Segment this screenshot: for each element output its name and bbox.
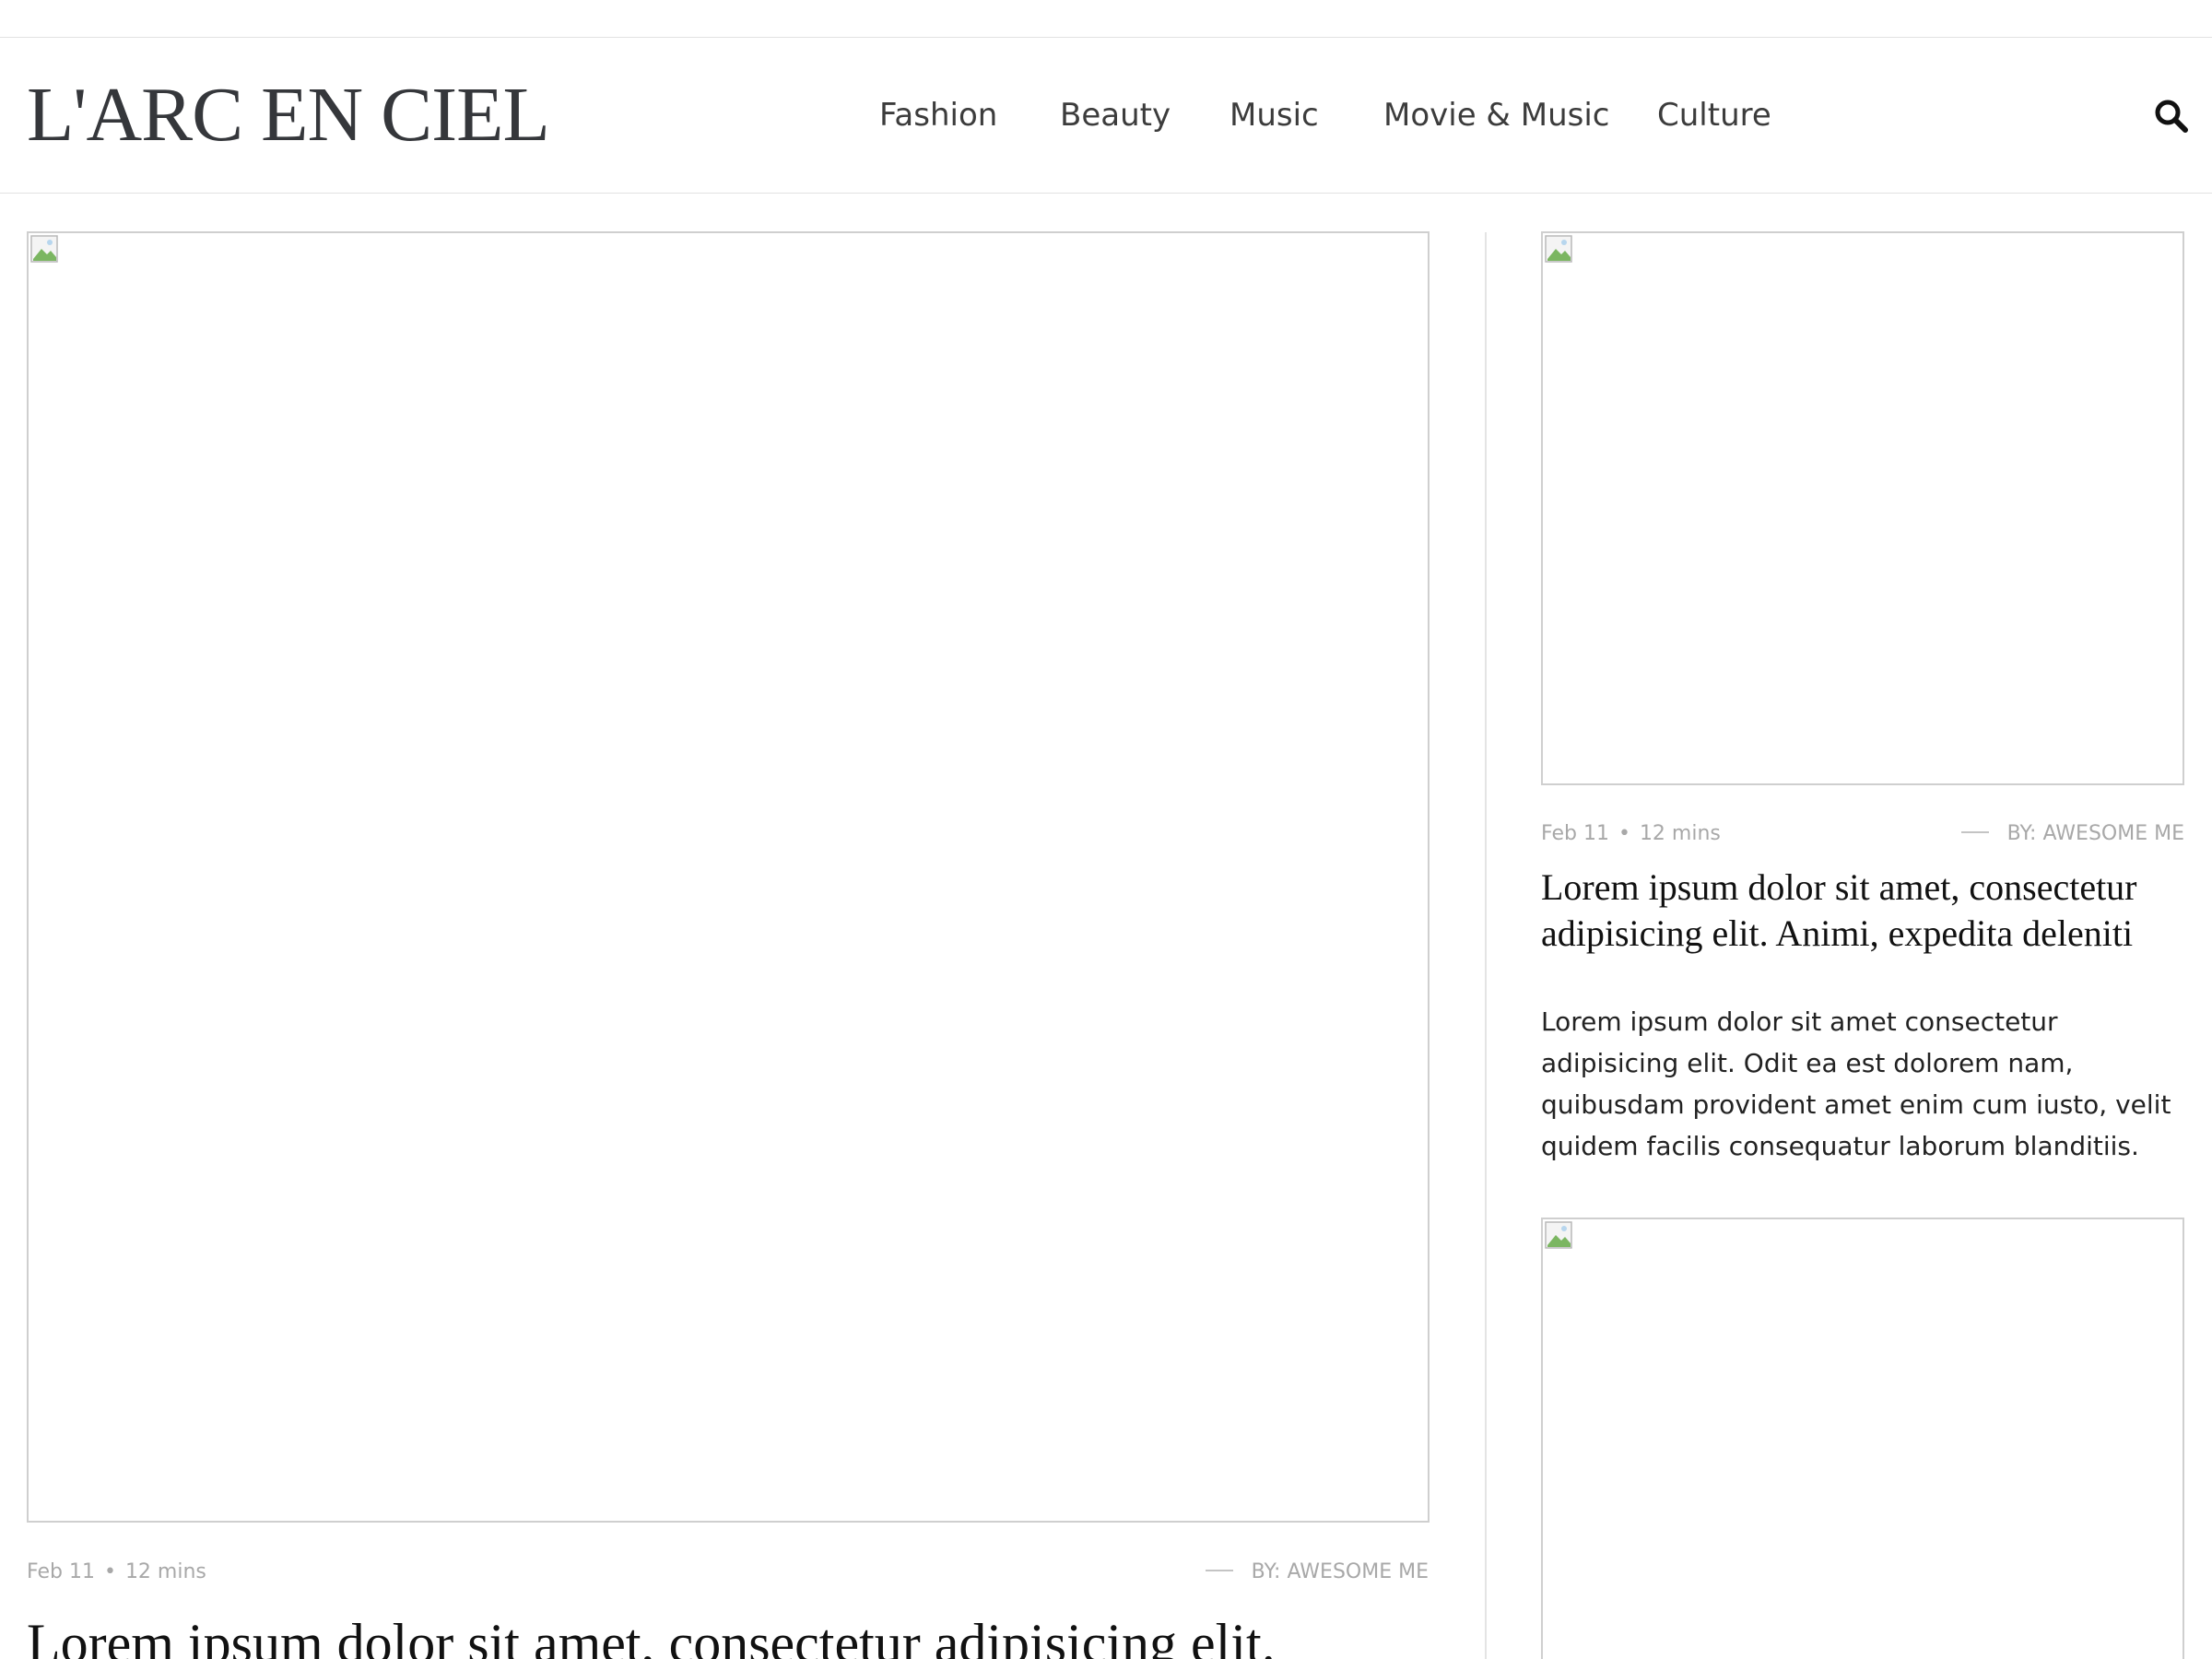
sidebar-article-meta: Feb 11 • 12 mins [1541, 821, 1721, 847]
dash-divider [1960, 831, 1989, 833]
search-icon[interactable] [2153, 98, 2190, 135]
broken-image-icon [1545, 235, 1574, 265]
featured-meta: Feb 11 • 12 mins [27, 1559, 206, 1585]
sidebar-article-excerpt: Lorem ipsum dolor sit amet consectetur a… [1541, 1006, 2171, 1161]
sidebar-article-image-2[interactable] [1541, 1218, 2184, 1659]
dash-divider [1205, 1570, 1233, 1571]
sidebar-article-author[interactable]: BY: AWESOME ME [1960, 821, 2184, 847]
featured-title[interactable]: Lorem ipsum dolor sit amet, consectetur … [27, 1611, 1465, 1659]
nav-item-beauty[interactable]: Beauty [1060, 38, 1171, 193]
featured-image[interactable] [27, 231, 1430, 1523]
post-date: Feb 11 [27, 1560, 95, 1583]
nav-item-fashion[interactable]: Fashion [879, 38, 997, 193]
read-time: 12 mins [124, 1560, 206, 1583]
post-date: Feb 11 [1541, 822, 1609, 845]
author-label: BY: AWESOME ME [1251, 1560, 1429, 1583]
read-time: 12 mins [1639, 822, 1721, 845]
meta-bullet: • [103, 1560, 116, 1583]
sidebar-article-image[interactable] [1541, 231, 2184, 785]
meta-bullet: • [1618, 822, 1630, 845]
column-divider [1485, 232, 1487, 1659]
sidebar-article-title[interactable]: Lorem ipsum dolor sit amet, consectetur … [1541, 865, 2205, 957]
broken-image-icon [1545, 1221, 1574, 1251]
nav-item-music[interactable]: Music [1230, 38, 1319, 193]
nav-item-culture[interactable]: Culture [1657, 38, 1771, 193]
site-header: L'ARC EN CIEL Fashion Beauty Music Movie… [0, 37, 2212, 194]
broken-image-icon [30, 235, 60, 265]
nav-item-movie-music[interactable]: Movie & Music [1383, 38, 1610, 193]
author-label: BY: AWESOME ME [2006, 822, 2184, 845]
site-logo[interactable]: L'ARC EN CIEL [27, 76, 550, 154]
featured-author[interactable]: BY: AWESOME ME [1205, 1559, 1429, 1585]
